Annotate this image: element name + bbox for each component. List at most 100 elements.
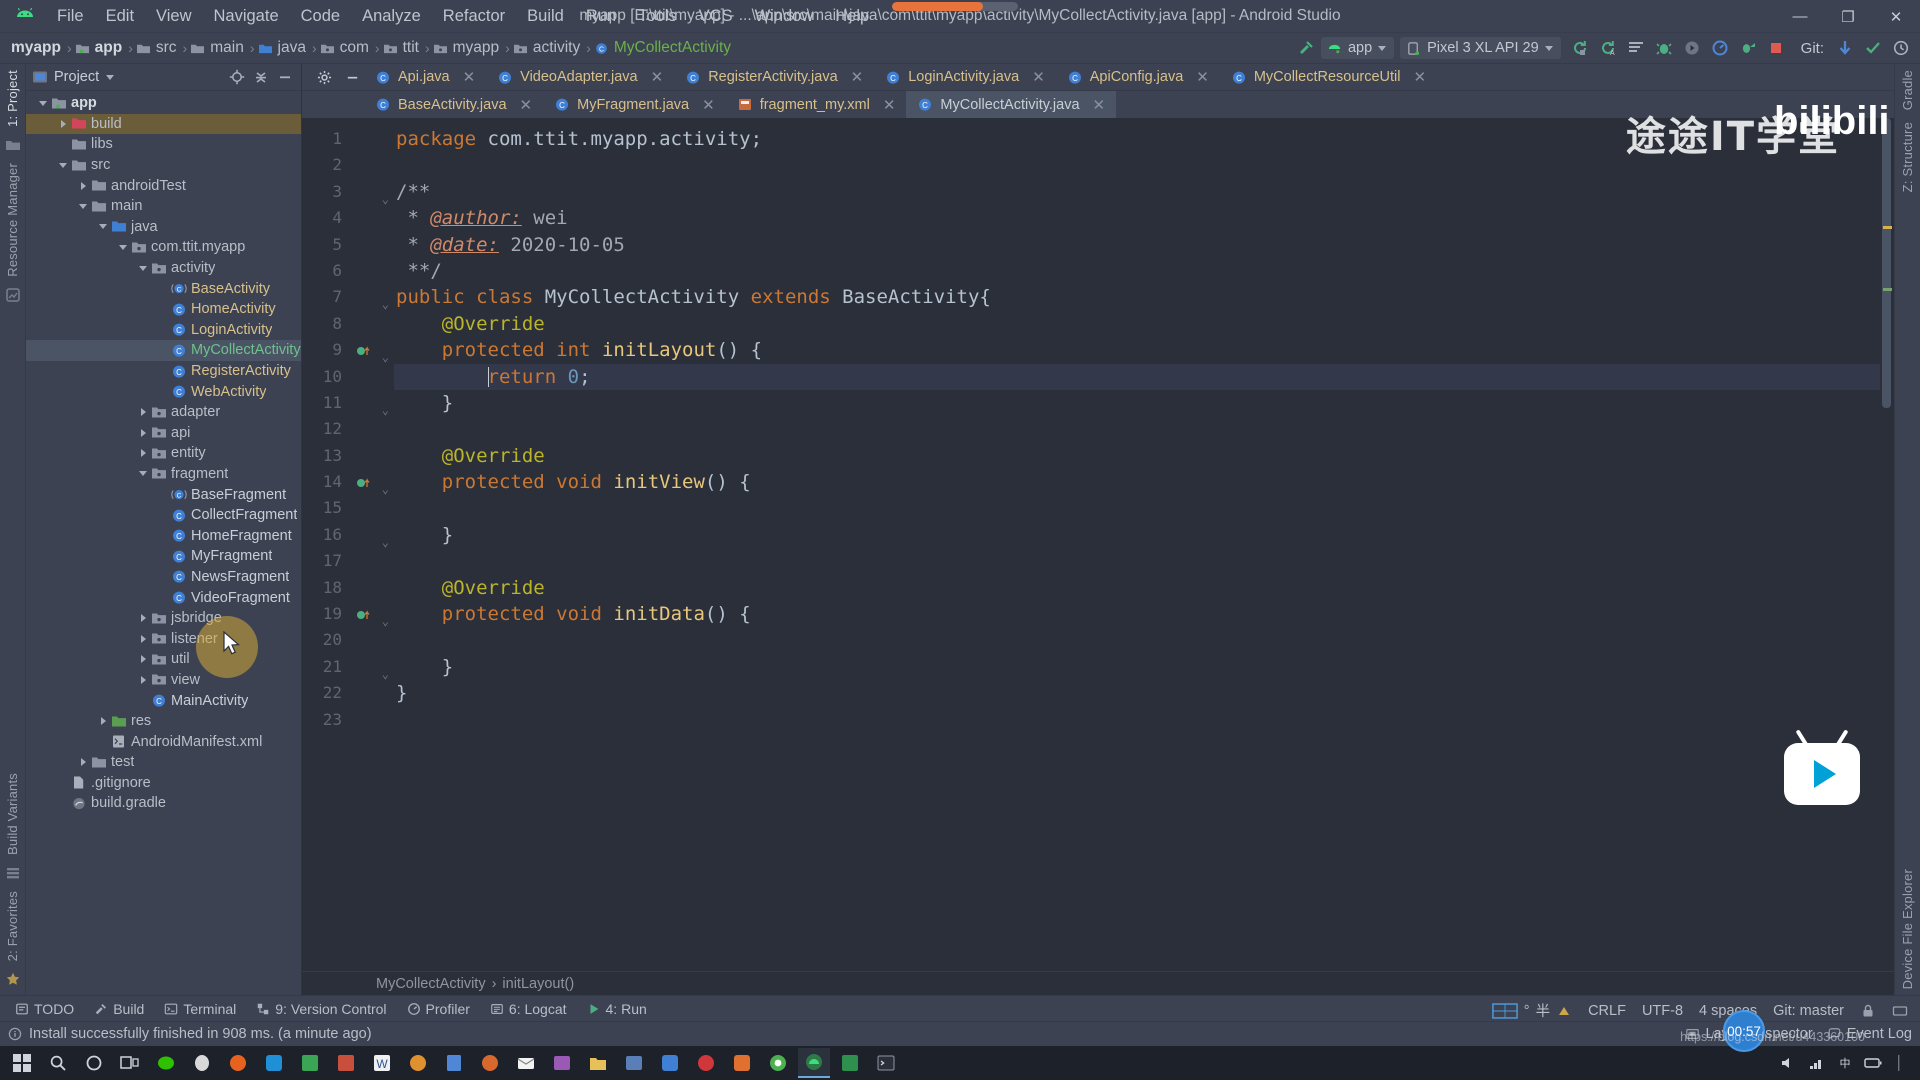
line-separator-indicator[interactable]: CRLF bbox=[1588, 1003, 1626, 1019]
code-line[interactable]: /** bbox=[394, 179, 1880, 205]
app-editor[interactable] bbox=[294, 1048, 326, 1078]
breadcrumb-item-myapp-pkg[interactable]: myapp bbox=[433, 39, 503, 57]
code-line[interactable]: } bbox=[394, 680, 1880, 706]
tool-button-project[interactable]: 1: Project bbox=[5, 64, 20, 133]
breadcrumb-class[interactable]: MyCollectActivity bbox=[376, 976, 486, 992]
tree-node-myfragment[interactable]: C MyFragment bbox=[26, 546, 301, 567]
chevron-down-icon[interactable] bbox=[136, 471, 150, 477]
menu-file[interactable]: File bbox=[46, 4, 95, 29]
tree-node-mainactivity[interactable]: C MainActivity bbox=[26, 690, 301, 711]
chevron-right-icon[interactable] bbox=[76, 758, 90, 767]
code-line[interactable]: public class MyCollectActivity extends B… bbox=[394, 284, 1880, 310]
tree-node-libs[interactable]: libs bbox=[26, 134, 301, 155]
tree-node-main[interactable]: main bbox=[26, 196, 301, 217]
tray-network-icon[interactable] bbox=[1808, 1055, 1826, 1071]
tool-button-version-control[interactable]: 9: Version Control bbox=[247, 999, 395, 1019]
chevron-down-icon[interactable] bbox=[96, 224, 110, 230]
app-video[interactable] bbox=[726, 1048, 758, 1078]
git-branch-indicator[interactable]: Git: master bbox=[1773, 1003, 1844, 1019]
tray-battery-icon[interactable] bbox=[1864, 1055, 1882, 1071]
tree-node-adapter[interactable]: adapter bbox=[26, 402, 301, 423]
menu-navigate[interactable]: Navigate bbox=[203, 4, 290, 29]
show-desktop-icon[interactable] bbox=[1892, 1055, 1906, 1071]
info-stripe[interactable] bbox=[1883, 288, 1892, 291]
app-other1[interactable] bbox=[654, 1048, 686, 1078]
chevron-down-icon[interactable] bbox=[76, 203, 90, 209]
app-androidstudio[interactable] bbox=[798, 1048, 830, 1078]
code-line[interactable]: } bbox=[394, 522, 1880, 548]
tree-node--gitignore[interactable]: .gitignore bbox=[26, 773, 301, 794]
app-wechat[interactable] bbox=[150, 1048, 182, 1078]
tree-node-listener[interactable]: listener bbox=[26, 628, 301, 649]
app-qq[interactable] bbox=[186, 1048, 218, 1078]
chevron-right-icon[interactable] bbox=[136, 634, 150, 643]
breadcrumb-item-src[interactable]: src bbox=[136, 39, 180, 57]
task-view-icon[interactable] bbox=[114, 1048, 146, 1078]
stop-icon[interactable] bbox=[1763, 36, 1789, 60]
cortana-icon[interactable] bbox=[78, 1048, 110, 1078]
line-number-gutter[interactable]: 1 2 3 ⌄ 4 5 6 7 ⌄ 8 9 ⌄ 10 11 ⌄ 12 13 14 ⌄ 15 16 ⌄ 17 18 19 ⌄ 20 21… bbox=[302, 118, 394, 971]
warning-stripe[interactable] bbox=[1883, 226, 1892, 229]
breadcrumb-item-activity[interactable]: activity bbox=[513, 39, 583, 57]
tool-button-logcat[interactable]: 6: Logcat bbox=[481, 999, 576, 1019]
editor-tab-videoadapter-java[interactable]: C VideoAdapter.java ✕ bbox=[486, 64, 674, 90]
tool-button-run[interactable]: 4: Run bbox=[578, 999, 656, 1019]
encoding-indicator[interactable]: UTF-8 bbox=[1642, 1003, 1683, 1019]
code-line[interactable] bbox=[394, 627, 1880, 653]
tree-node-webactivity[interactable]: C WebActivity bbox=[26, 381, 301, 402]
tree-node-basefragment[interactable]: C BaseFragment bbox=[26, 484, 301, 505]
build-hammer-icon[interactable] bbox=[1293, 36, 1319, 60]
code-line[interactable]: return 0; bbox=[394, 363, 1880, 390]
code-line[interactable]: protected int initLayout() { bbox=[394, 337, 1880, 363]
app-mail[interactable] bbox=[510, 1048, 542, 1078]
ime-indicator[interactable]: ° 半 bbox=[1491, 1000, 1572, 1021]
chevron-down-icon[interactable] bbox=[116, 244, 130, 250]
close-tab-icon[interactable]: ✕ bbox=[1093, 96, 1106, 114]
menu-edit[interactable]: Edit bbox=[95, 4, 145, 29]
app-media[interactable] bbox=[546, 1048, 578, 1078]
code-editor[interactable]: 1 2 3 ⌄ 4 5 6 7 ⌄ 8 9 ⌄ 10 11 ⌄ 12 13 14 ⌄ 15 16 ⌄ 17 18 19 ⌄ 20 21… bbox=[302, 118, 1894, 971]
tree-node-app[interactable]: app bbox=[26, 93, 301, 114]
app-store[interactable] bbox=[330, 1048, 362, 1078]
scroll-from-source-button[interactable] bbox=[227, 67, 247, 87]
code-line[interactable]: } bbox=[394, 654, 1880, 680]
chevron-right-icon[interactable] bbox=[96, 717, 110, 726]
tool-button-device-file-explorer[interactable]: Device File Explorer bbox=[1900, 863, 1915, 995]
update-project-icon[interactable] bbox=[1832, 36, 1858, 60]
code-line[interactable]: protected void initView() { bbox=[394, 469, 1880, 495]
tool-button-resource-manager[interactable]: Resource Manager bbox=[5, 157, 20, 283]
editor-tab-mycollectactivity-java[interactable]: C MyCollectActivity.java ✕ bbox=[906, 91, 1117, 118]
tree-node-fragment[interactable]: fragment bbox=[26, 464, 301, 485]
scrollbar-thumb[interactable] bbox=[1882, 118, 1891, 408]
app-folder[interactable] bbox=[582, 1048, 614, 1078]
close-tab-icon[interactable]: ✕ bbox=[1032, 68, 1045, 86]
editor-tab-loginactivity-java[interactable]: C LoginActivity.java ✕ bbox=[874, 64, 1056, 90]
chevron-down-icon[interactable] bbox=[106, 74, 115, 80]
collapse-all-button[interactable] bbox=[251, 67, 271, 87]
close-button[interactable]: ✕ bbox=[1872, 0, 1920, 33]
breadcrumb-item-com[interactable]: com bbox=[320, 39, 372, 57]
history-icon[interactable] bbox=[1888, 36, 1914, 60]
maximize-button[interactable]: ❐ bbox=[1824, 0, 1872, 33]
start-button[interactable] bbox=[6, 1048, 38, 1078]
chevron-right-icon[interactable] bbox=[136, 408, 150, 417]
tree-node-videofragment[interactable]: C VideoFragment bbox=[26, 587, 301, 608]
chevron-right-icon[interactable] bbox=[136, 449, 150, 458]
memory-indicator-icon[interactable] bbox=[1892, 1003, 1908, 1019]
tree-node-util[interactable]: util bbox=[26, 649, 301, 670]
menu-analyze[interactable]: Analyze bbox=[351, 4, 432, 29]
menu-build[interactable]: Build bbox=[516, 4, 575, 29]
code-line[interactable]: * @date: 2020-10-05 bbox=[394, 232, 1880, 258]
sync-gradle-icon[interactable] bbox=[1567, 36, 1593, 60]
avd-manager-icon[interactable]: A bbox=[1595, 36, 1621, 60]
tree-node-homefragment[interactable]: C HomeFragment bbox=[26, 525, 301, 546]
app-terminal[interactable] bbox=[870, 1048, 902, 1078]
tree-node-jsbridge[interactable]: jsbridge bbox=[26, 608, 301, 629]
run-configuration-selector[interactable]: app bbox=[1320, 37, 1395, 59]
tool-button-todo[interactable]: TODO bbox=[6, 999, 83, 1019]
tray-volume-icon[interactable] bbox=[1780, 1055, 1798, 1071]
gear-icon[interactable] bbox=[312, 65, 336, 89]
tool-button-profiler[interactable]: Profiler bbox=[398, 999, 479, 1019]
tree-node-collectfragment[interactable]: C CollectFragment bbox=[26, 505, 301, 526]
tool-button-build-variants[interactable]: Build Variants bbox=[5, 767, 20, 861]
